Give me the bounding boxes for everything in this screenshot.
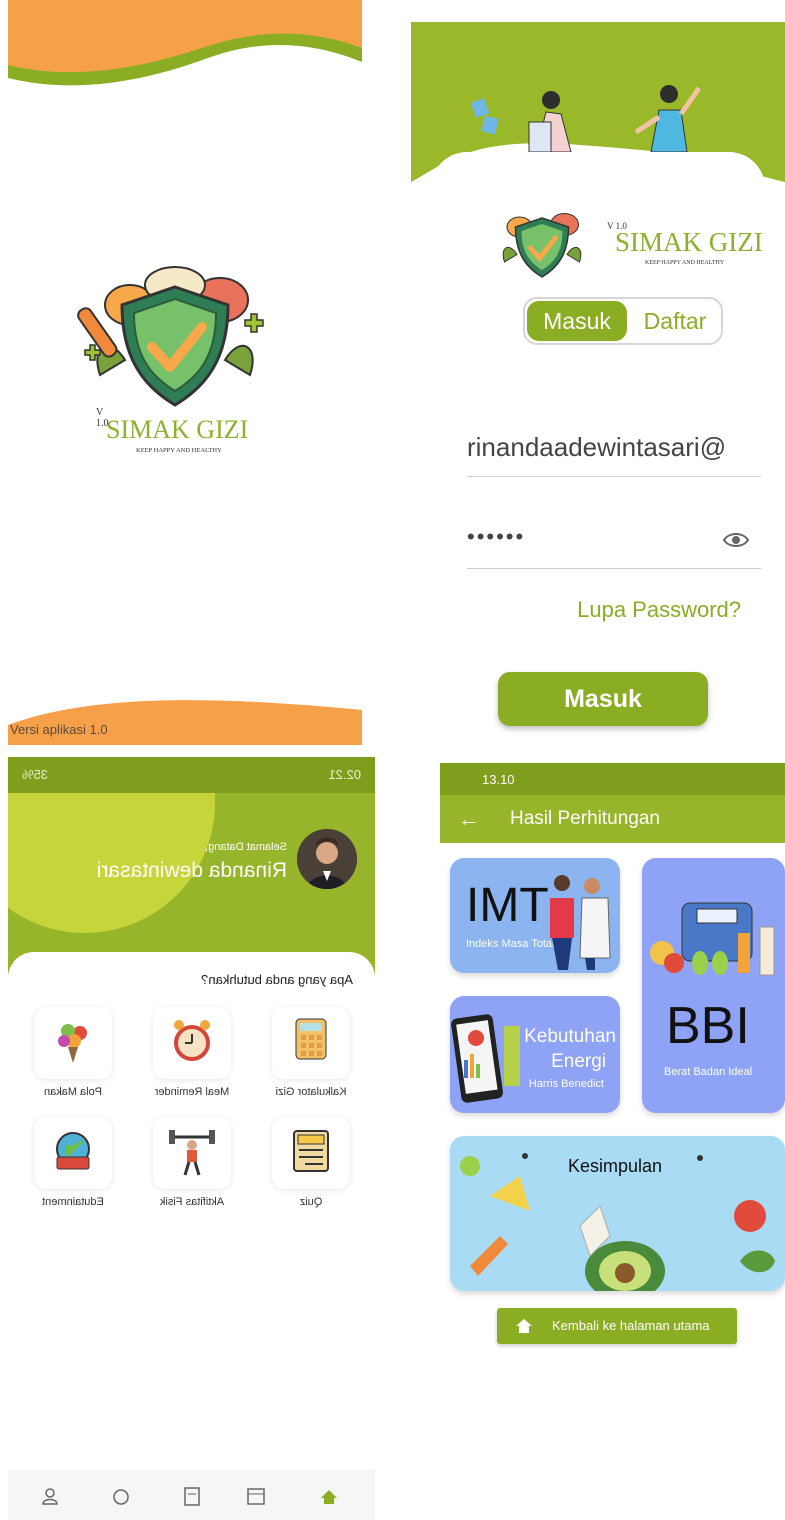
status-bar: 02.21 35%	[8, 757, 375, 793]
alarm-icon[interactable]	[113, 1489, 129, 1505]
energi-card[interactable]: Kebutuhan Energi Harris Benedict	[450, 996, 620, 1113]
greeting-text: Selamat Datang,	[205, 841, 287, 853]
forgot-password-link[interactable]: Lupa Password?	[577, 597, 741, 623]
home-icon[interactable]	[321, 1490, 337, 1504]
weightlifting-icon	[169, 1130, 215, 1176]
tab-masuk[interactable]: Masuk	[527, 301, 627, 341]
password-value: ••••••	[467, 524, 526, 549]
back-arrow-icon[interactable]: ←	[458, 806, 480, 832]
food-bouquet-icon	[58, 1024, 87, 1063]
tab-daftar[interactable]: Daftar	[630, 301, 720, 341]
doctor-measuring-illustration	[550, 875, 611, 970]
menu-quiz[interactable]	[272, 1117, 350, 1189]
logo-tagline: KEEP HAPPY AND HEALTHY	[645, 260, 725, 266]
calculator-icon	[295, 1018, 327, 1060]
dashboard-screen: 02.21 35% Selamat Datang, Rinanda dewint…	[8, 757, 375, 1520]
kesimpulan-card[interactable]: Kesimpulan	[450, 1136, 785, 1291]
avatar[interactable]	[297, 829, 357, 889]
home-icon	[516, 1319, 532, 1333]
password-field[interactable]: ••••••	[467, 524, 761, 569]
quiz-icon	[293, 1130, 329, 1172]
energi-line1: Kebutuhan	[524, 1026, 616, 1047]
energi-line2: Energi	[551, 1051, 606, 1072]
battery-level: 35%	[22, 767, 49, 782]
page-title: Hasil Perhitungan	[510, 808, 660, 829]
menu-label: Pola Makan	[43, 1086, 103, 1098]
shield-check-icon	[77, 266, 264, 407]
imt-card[interactable]: IMT Indeks Masa Total	[450, 858, 620, 973]
app-logo: V 1.0 SIMAK GIZI KEEP HAPPY AND HEALTHY	[70, 265, 280, 465]
menu-label: Quiz	[299, 1196, 323, 1208]
phone-chart-illustration	[451, 1014, 520, 1103]
menu-section: Apa yang anda butuhkan? Kalkulator Gizi …	[8, 952, 375, 1482]
user-name: Rinanda dewintasari	[96, 859, 287, 882]
menu-edutainment[interactable]	[34, 1117, 112, 1189]
menu-question: Apa yang anda butuhkan?	[201, 972, 353, 987]
profile-icon[interactable]	[42, 1488, 58, 1505]
menu-label: Kalkulator Gizi	[275, 1086, 347, 1098]
bbi-subtitle: Berat Badan Ideal	[664, 1066, 753, 1078]
logo-title: SIMAK GIZI	[615, 227, 763, 257]
status-bar: 13.10	[440, 763, 785, 795]
bbi-card[interactable]: BBI Berat Badan Ideal	[642, 858, 785, 1113]
kesimpulan-title: Kesimpulan	[568, 1156, 663, 1176]
logo-title: SIMAK GIZI	[106, 415, 249, 444]
app-version-label: Versi aplikasi 1.0	[10, 722, 108, 737]
energi-line3: Harris Benedict	[528, 1078, 604, 1090]
menu-label: Edutainment	[42, 1196, 104, 1208]
menu-meal-reminder[interactable]	[153, 1007, 231, 1079]
calendar-icon[interactable]	[247, 1488, 265, 1505]
logo-tagline: KEEP HAPPY AND HEALTHY	[136, 447, 222, 454]
status-time: 02.21	[328, 767, 361, 782]
eye-icon[interactable]	[723, 530, 749, 550]
top-wave-decoration	[8, 0, 362, 86]
alarm-clock-icon	[174, 1020, 210, 1061]
app-bar: ← Hasil Perhitungan	[440, 795, 785, 843]
bbi-title: BBI	[666, 997, 750, 1055]
menu-pola-makan[interactable]	[34, 1007, 112, 1079]
calculator-icon[interactable]	[184, 1487, 200, 1506]
bottom-nav	[8, 1470, 375, 1520]
login-button[interactable]: Masuk	[498, 672, 708, 726]
splash-screen: V 1.0 SIMAK GIZI KEEP HAPPY AND HEALTHY …	[8, 0, 362, 745]
email-field[interactable]: rinandaadewintasari@	[467, 432, 761, 477]
news-globe-icon	[56, 1132, 90, 1170]
user-photo-icon	[297, 829, 357, 889]
menu-aktifitas-fisik[interactable]	[153, 1117, 231, 1189]
results-screen: 13.10 ← Hasil Perhitungan IMT Indeks Mas…	[440, 763, 785, 1363]
login-screen: V 1.0 SIMAK GIZI KEEP HAPPY AND HEALTHY …	[411, 22, 785, 745]
back-home-button[interactable]: Kembali ke halaman utama	[497, 1308, 737, 1344]
status-time: 13.10	[482, 772, 515, 787]
auth-mode-toggle: Masuk Daftar	[523, 297, 723, 345]
imt-title: IMT	[466, 879, 549, 932]
mirrored-dashboard: 02.21 35% Selamat Datang, Rinanda dewint…	[8, 757, 375, 1520]
scale-food-illustration	[650, 902, 775, 976]
shield-check-icon	[502, 213, 582, 278]
login-card: V 1.0 SIMAK GIZI KEEP HAPPY AND HEALTHY …	[431, 152, 765, 745]
menu-label: Meal Reminder	[154, 1086, 230, 1098]
back-home-label: Kembali ke halaman utama	[552, 1318, 710, 1333]
app-logo: V 1.0 SIMAK GIZI KEEP HAPPY AND HEALTHY	[487, 207, 777, 287]
menu-label: Aktifitas Fisik	[159, 1196, 225, 1208]
menu-kalkulator-gizi[interactable]	[272, 1007, 350, 1079]
